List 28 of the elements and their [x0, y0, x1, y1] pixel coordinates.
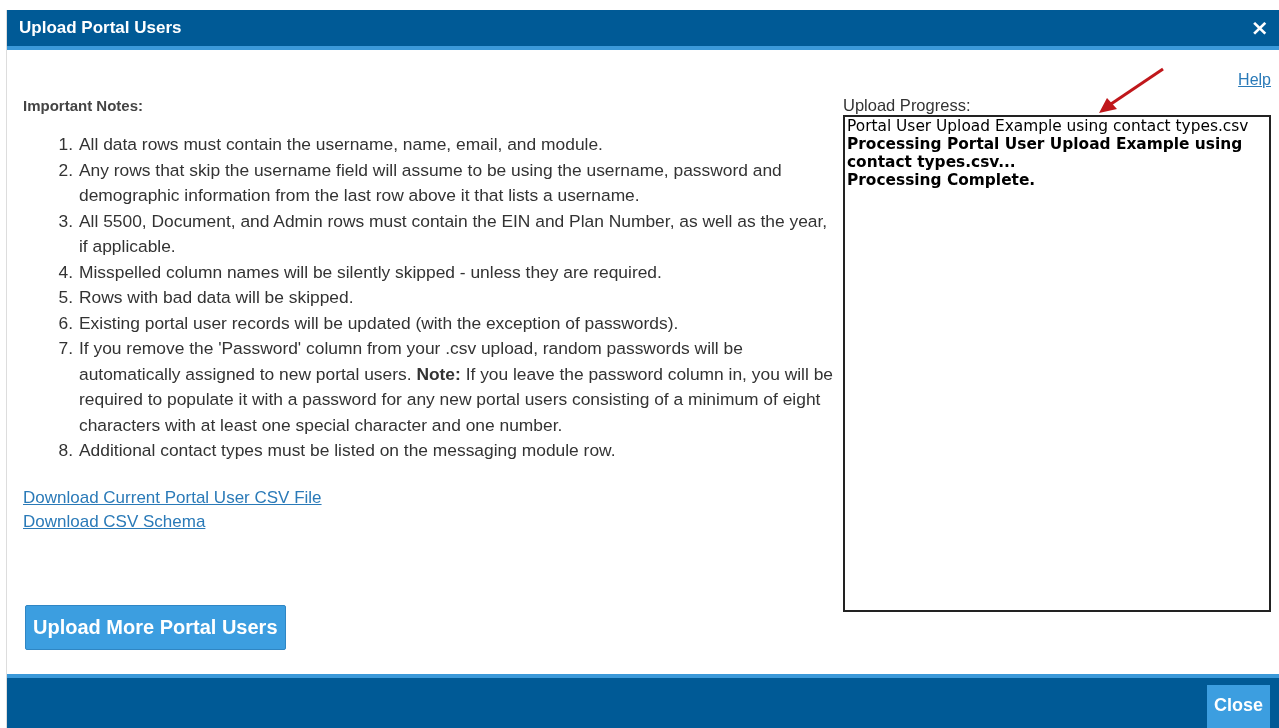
- close-button[interactable]: ×: [1250, 17, 1269, 39]
- list-number: 1.: [57, 133, 73, 156]
- note-text: All data rows must contain the username, name, email, and module.: [79, 133, 604, 156]
- list-number: 8.: [57, 439, 73, 462]
- note-text: Rows with bad data will be skipped.: [79, 286, 355, 309]
- list-number: 2.: [57, 158, 73, 182]
- help-link[interactable]: Help: [1238, 68, 1271, 92]
- list-number: 6.: [57, 311, 73, 335]
- note-text: Additional contact types must be listed on the messaging module row.: [79, 439, 617, 462]
- note-text: All 5500, Document, and Admin rows must contain the EIN and Plan Number, as well as the year, if applicable.: [79, 209, 829, 258]
- list-number: 3.: [57, 209, 73, 233]
- window-title: Upload Portal Users: [19, 18, 182, 38]
- log-line: Portal User Upload Example using contact types.csv: [847, 117, 1250, 135]
- list-number: 4.: [57, 260, 73, 284]
- progress-label: Upload Progress:: [843, 96, 972, 115]
- list-number: 7.: [57, 337, 73, 360]
- list-number: 5.: [57, 286, 73, 309]
- note-text: If you remove the 'Password' column from your .csv upload, random passwords will be automatically assigned to new portal users. Note: If you leave the password column in, you will be required to populate it with a password for any new portal users consisting of a minimum of eight characters with at least one special character and one number.: [79, 337, 834, 437]
- note-text: Existing portal user records will be updated (with the exception of passwords).: [79, 311, 680, 335]
- download-link[interactable]: Download Current Portal User CSV File: [23, 485, 322, 510]
- download-link[interactable]: Download CSV Schema: [23, 509, 206, 534]
- notes-heading: Important Notes:: [23, 97, 144, 114]
- close-button[interactable]: Close: [1206, 685, 1270, 728]
- log-line: Processing Portal User Upload Example using contact types.csv...: [847, 135, 1244, 171]
- log-line: Processing Complete.: [847, 171, 1037, 189]
- note-text: Any rows that skip the username field will assume to be using the username, password and demographic information from the last row above it that lists a username.: [79, 158, 783, 207]
- upload-button[interactable]: Upload More Portal Users: [25, 605, 286, 650]
- note-text: Misspelled column names will be silently skipped - unless they are required.: [79, 260, 663, 284]
